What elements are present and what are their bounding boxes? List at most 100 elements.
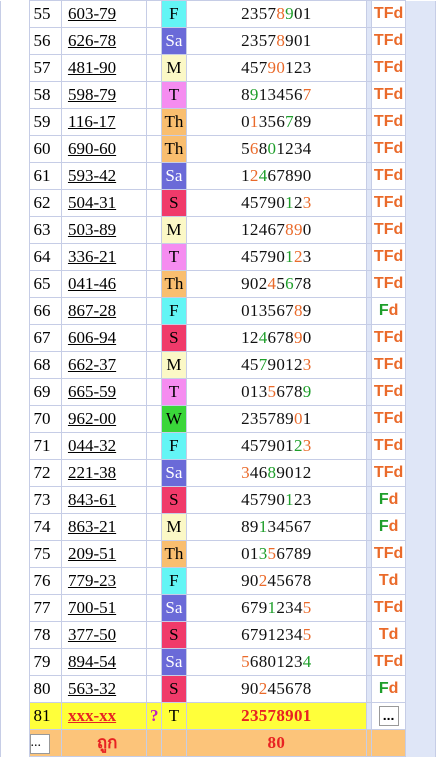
- digit: 6: [249, 139, 259, 158]
- digit: 1: [302, 31, 312, 50]
- code-link[interactable]: xxx-xx: [68, 706, 116, 725]
- result-letter: T: [373, 437, 384, 454]
- code-link[interactable]: 606-94: [68, 328, 116, 347]
- code-cell[interactable]: 665-59: [60, 378, 148, 406]
- code-cell[interactable]: 044-32: [60, 432, 148, 460]
- table-row: 72 221-38 Sa 34689012 TFd: [0, 459, 436, 487]
- digit: 4: [258, 166, 268, 185]
- digit: 9: [302, 544, 312, 563]
- right-margin-cell: [405, 108, 436, 136]
- code-cell[interactable]: 221-38: [60, 459, 148, 487]
- digit: 3: [302, 490, 312, 509]
- row-number: 58: [28, 81, 62, 109]
- code-cell[interactable]: 626-78: [60, 27, 148, 55]
- digit: 7: [249, 625, 259, 644]
- code-link[interactable]: 779-23: [68, 571, 116, 590]
- code-cell[interactable]: 843-61: [60, 486, 148, 514]
- digit: 5: [276, 571, 286, 590]
- digit: 0: [276, 436, 286, 455]
- digit: 8: [302, 571, 312, 590]
- code-cell[interactable]: 700-51: [60, 594, 148, 622]
- code-link[interactable]: 843-61: [68, 490, 116, 509]
- code-link[interactable]: 593-42: [68, 166, 116, 185]
- left-margin-cell: [0, 702, 30, 730]
- code-cell[interactable]: 481-90: [60, 54, 148, 82]
- code-link[interactable]: 662-37: [68, 355, 116, 374]
- digit: 6: [276, 112, 286, 131]
- right-margin-cell: [405, 648, 436, 676]
- digit: 8: [258, 139, 268, 158]
- result-cell: TFd: [370, 162, 407, 190]
- code-link[interactable]: 377-50: [68, 625, 116, 644]
- code-link[interactable]: 336-21: [68, 247, 116, 266]
- code-cell[interactable]: 690-60: [60, 135, 148, 163]
- digit: 9: [241, 571, 250, 590]
- code-cell[interactable]: 863-21: [60, 513, 148, 541]
- left-margin-cell: [0, 594, 30, 622]
- digit: 4: [241, 193, 250, 212]
- result-letter: T: [373, 464, 384, 481]
- code-link[interactable]: 503-89: [68, 220, 116, 239]
- digit: 8: [276, 4, 286, 23]
- code-link[interactable]: 626-78: [68, 31, 116, 50]
- code-cell[interactable]: 603-79: [60, 0, 148, 28]
- day-badge: W: [161, 405, 187, 433]
- code-cell[interactable]: 503-89: [60, 216, 148, 244]
- code-cell[interactable]: 116-17: [60, 108, 148, 136]
- table-row: 76 779-23 F 90245678 Td: [0, 567, 436, 595]
- code-cell[interactable]: 209-51: [60, 540, 148, 568]
- code-link[interactable]: 041-46: [68, 274, 116, 293]
- digit: 9: [276, 463, 286, 482]
- right-margin-cell: [405, 567, 436, 595]
- code-link[interactable]: 863-21: [68, 517, 116, 536]
- digit: 7: [276, 166, 286, 185]
- code-cell[interactable]: 962-00: [60, 405, 148, 433]
- code-cell[interactable]: xxx-xx: [60, 702, 148, 730]
- code-link[interactable]: 504-31: [68, 193, 116, 212]
- result-letter: T: [373, 410, 384, 427]
- table-row: 80 563-32 S 90245678 Fd: [0, 675, 436, 703]
- code-cell[interactable]: 377-50: [60, 621, 148, 649]
- result-cell: TFd: [370, 459, 407, 487]
- code-link[interactable]: 221-38: [68, 463, 116, 482]
- day-badge: S: [161, 189, 187, 217]
- code-cell[interactable]: 598-79: [60, 81, 148, 109]
- result-letter: T: [378, 626, 389, 643]
- digit: 2: [249, 328, 259, 347]
- code-link[interactable]: 598-79: [68, 85, 116, 104]
- code-link[interactable]: 867-28: [68, 301, 116, 320]
- code-cell[interactable]: 563-32: [60, 675, 148, 703]
- digits-value: 12467890: [185, 324, 367, 352]
- right-margin-cell: [405, 162, 436, 190]
- day-badge: S: [161, 486, 187, 514]
- code-cell[interactable]: 867-28: [60, 297, 148, 325]
- code-cell[interactable]: 336-21: [60, 243, 148, 271]
- digit: 5: [249, 247, 259, 266]
- code-link[interactable]: 665-59: [68, 382, 116, 401]
- code-link[interactable]: 044-32: [68, 436, 116, 455]
- results-table: 55 603-79 F 23578901 TFd 56 626-78 Sa 23578901 TF…: [0, 0, 436, 757]
- code-link[interactable]: 116-17: [68, 112, 116, 131]
- result-letter: d: [393, 275, 404, 292]
- code-cell[interactable]: 606-94: [60, 324, 148, 352]
- row-number: 81: [28, 702, 62, 730]
- code-cell[interactable]: 593-42: [60, 162, 148, 190]
- digit: 7: [285, 301, 294, 320]
- code-cell[interactable]: 662-37: [60, 351, 148, 379]
- code-link[interactable]: 962-00: [68, 409, 116, 428]
- summary-value: 80: [185, 729, 367, 757]
- code-link[interactable]: 563-32: [68, 679, 116, 698]
- code-link[interactable]: 700-51: [68, 598, 116, 617]
- result-cell: TFd: [370, 351, 407, 379]
- code-cell[interactable]: 779-23: [60, 567, 148, 595]
- code-link[interactable]: 209-51: [68, 544, 116, 563]
- code-link[interactable]: 894-54: [68, 652, 116, 671]
- code-cell[interactable]: 504-31: [60, 189, 148, 217]
- code-link[interactable]: 481-90: [68, 58, 116, 77]
- code-link[interactable]: 603-79: [68, 4, 116, 23]
- digit: 7: [293, 274, 303, 293]
- code-cell[interactable]: 894-54: [60, 648, 148, 676]
- code-cell[interactable]: 041-46: [60, 270, 148, 298]
- code-link[interactable]: 690-60: [68, 139, 116, 158]
- digit: 8: [276, 409, 286, 428]
